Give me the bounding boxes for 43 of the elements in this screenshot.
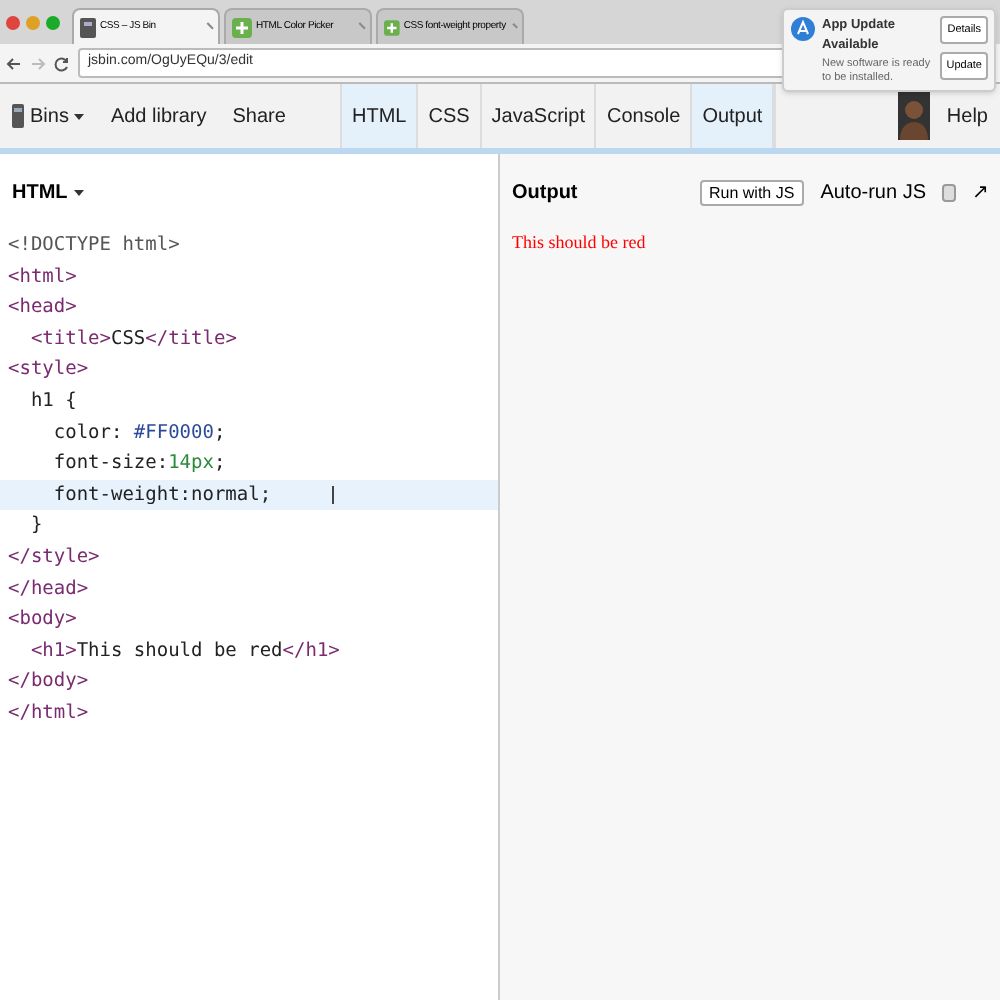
help-button[interactable]: Help xyxy=(946,101,988,131)
expand-button[interactable]: ↗ xyxy=(972,177,988,207)
panel-tab[interactable]: CSS xyxy=(418,84,482,148)
code-line: color: #FF0000; xyxy=(51,419,228,448)
code-line: <body> xyxy=(6,606,79,635)
html-panel-menu[interactable]: HTML xyxy=(12,177,84,207)
forward-icon[interactable] xyxy=(30,55,46,71)
code-line: <h1>This should be red</h1> xyxy=(28,637,342,666)
bin-icon xyxy=(12,104,24,128)
code-line: </body> xyxy=(6,668,91,697)
output-heading: This should be red xyxy=(510,230,648,256)
avatar[interactable] xyxy=(898,92,931,140)
zoom-window-icon[interactable] xyxy=(46,15,60,29)
minimize-window-icon[interactable] xyxy=(26,15,40,29)
code-line: <style> xyxy=(6,356,91,385)
panel-tab[interactable]: Output xyxy=(692,84,775,148)
code-line: <html> xyxy=(6,263,79,292)
code-line: <title>CSS</title> xyxy=(28,325,239,354)
caret-icon xyxy=(74,113,85,119)
app-store-icon xyxy=(790,16,816,42)
reload-icon[interactable] xyxy=(54,55,70,71)
code-line: h1 { xyxy=(28,387,79,416)
bin-icon xyxy=(80,17,96,37)
panel-tab[interactable]: HTML xyxy=(342,84,419,148)
code-line: </head> xyxy=(6,575,91,604)
code-line: <!DOCTYPE html> xyxy=(6,232,182,260)
bins-menu[interactable]: Bins xyxy=(12,101,85,131)
back-icon[interactable] xyxy=(6,55,22,71)
run-button[interactable]: Run with JS xyxy=(699,179,805,205)
text-cursor-icon xyxy=(331,486,334,505)
auto-run-label: Auto-run JS xyxy=(820,179,926,207)
close-window-icon[interactable] xyxy=(6,15,20,29)
auto-run-checkbox[interactable] xyxy=(942,183,956,201)
code-line: </style> xyxy=(6,543,102,572)
code-line: <head> xyxy=(6,294,79,323)
add-library-button[interactable]: Add library xyxy=(110,101,207,131)
code-line: } xyxy=(28,512,45,541)
code-line: </html> xyxy=(6,699,91,728)
output-title: Output xyxy=(512,179,580,207)
code-line: font-size:14px; xyxy=(51,450,228,479)
caret-icon xyxy=(73,189,84,195)
panel-tab[interactable]: JavaScript xyxy=(481,84,597,148)
share-button[interactable]: Share xyxy=(232,101,286,131)
